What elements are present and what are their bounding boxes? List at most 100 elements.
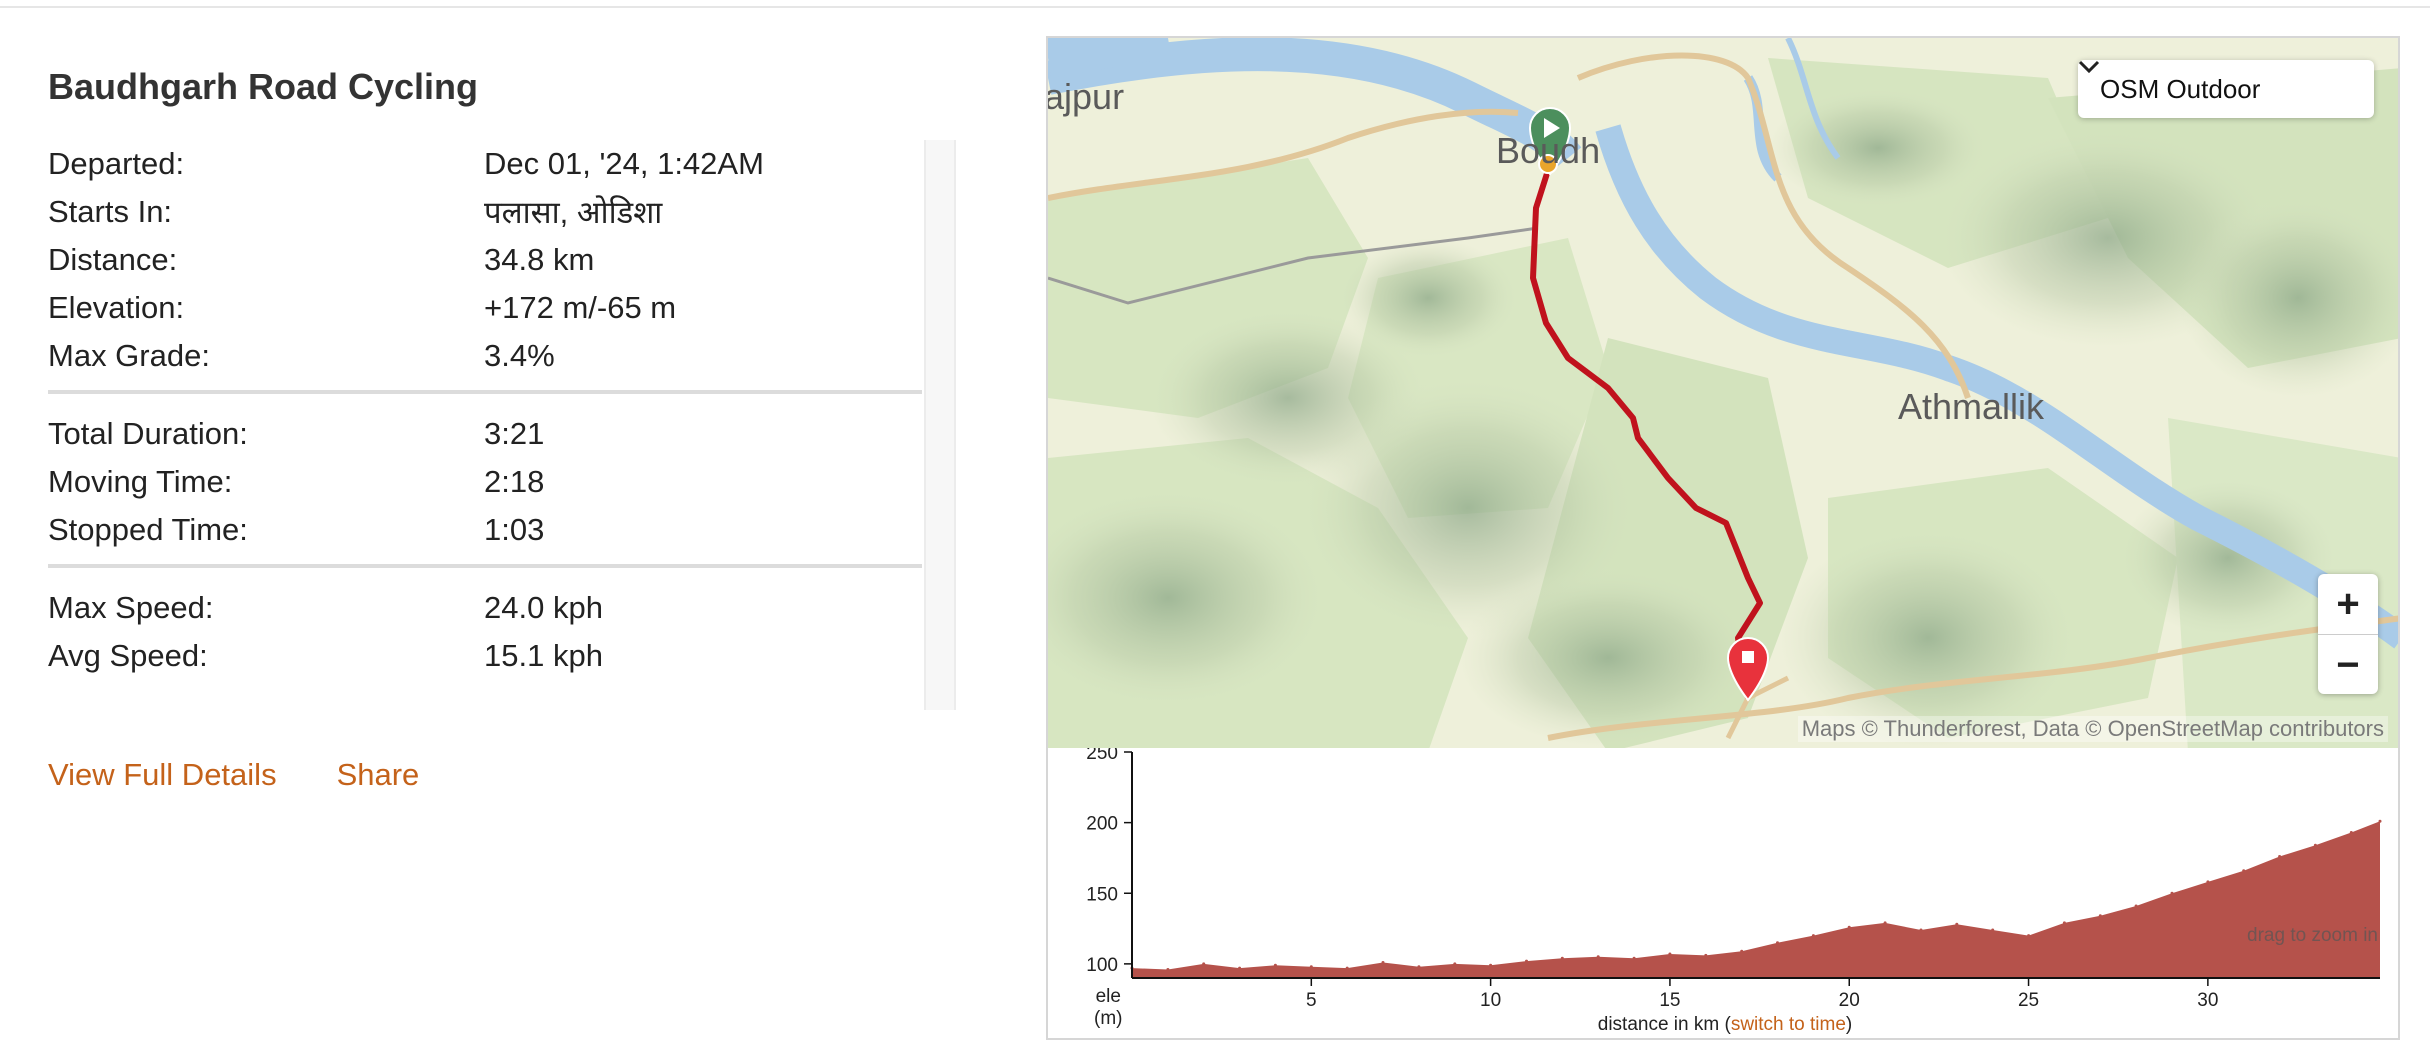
elevation-point [1704,953,1708,957]
x-tick-label: 5 [1306,990,1317,1011]
elevation-point [1489,963,1493,967]
stat-value: 24.0 kph [484,590,603,625]
elevation-chart[interactable]: 100 150 200 250 5 10 15 20 25 30 drag to zoom in … [1046,748,2400,1040]
elevation-point [1166,968,1170,971]
elevation-point [2242,869,2246,873]
elevation-point [2313,843,2317,847]
stat-max-speed: Max Speed: 24.0 kph [48,584,922,632]
stat-value: Dec 01, '24, 1:42AM [484,146,764,181]
stat-label: Elevation: [48,290,185,325]
x-axis-label: distance in km (switch to time) [1048,1014,2402,1036]
stat-value: 1:03 [484,512,545,547]
x-axis-label-text: distance in km ( [1597,1014,1731,1035]
route-map[interactable]: ajpur Boudh Athmallik OSM Outdoor + − Ma… [1046,36,2400,750]
elevation-point [2098,914,2102,918]
stat-value: 3:21 [484,416,545,451]
stat-label: Total Duration: [48,416,248,451]
y-tick-label: 150 [1086,884,1118,905]
place-label-boudh: Boudh [1496,130,1601,171]
elevation-point [1740,949,1744,953]
summary-actions: View Full Details Share [48,757,419,793]
elevation-point [1596,955,1600,959]
elevation-point [1991,928,1995,932]
view-full-details-link[interactable]: View Full Details [48,757,277,793]
elevation-point [1560,956,1564,960]
elevation-area [1132,821,2380,978]
switch-to-time-link[interactable]: switch to time [1731,1014,1846,1035]
elevation-point [1668,952,1672,956]
activity-summary: Baudhgarh Road Cycling Departed: Dec 01, … [48,62,956,792]
stat-value: 2:18 [484,464,545,499]
elevation-point [2349,831,2353,834]
elevation-point [2278,855,2282,858]
map-attribution: Maps © Thunderforest, Data © OpenStreetM… [1797,716,2388,742]
elevation-point [1776,941,1779,945]
y-tick-label: 250 [1086,748,1118,764]
elevation-point [1955,922,1959,926]
stat-label: Max Grade: [48,338,210,373]
map-layer-select[interactable]: OSM Outdoor [2078,60,2374,118]
elevation-point [1811,934,1815,938]
stat-label: Starts In: [48,194,173,229]
stat-value: 3.4% [484,338,555,373]
elevation-point [1238,966,1242,970]
place-label-ajpur: ajpur [1046,76,1125,117]
y-tick-label: 200 [1086,814,1118,835]
stat-total-duration: Total Duration: 3:21 [48,410,922,458]
stat-value: 15.1 kph [484,638,603,673]
stat-moving-time: Moving Time: 2:18 [48,458,922,506]
stat-stopped-time: Stopped Time: 1:03 [48,506,922,554]
stat-label: Distance: [48,242,178,277]
stats-divider [48,390,922,394]
stat-label: Stopped Time: [48,512,248,547]
elevation-point [1847,925,1851,929]
top-divider [0,6,2430,8]
map-tiles[interactable] [1048,38,2400,750]
elevation-point [2378,819,2382,823]
elevation-point [1345,966,1349,970]
zoom-in-button[interactable]: + [2318,574,2378,635]
stat-label: Departed: [48,146,185,181]
elevation-point [2206,880,2210,884]
elevation-point [1273,963,1277,967]
x-tick-label: 20 [1839,990,1860,1011]
share-link[interactable]: Share [337,757,420,793]
x-axis-label-close: ) [1845,1014,1853,1035]
map-layer-label: OSM Outdoor [2100,73,2261,104]
elevation-point [1632,956,1636,960]
elevation-point [1417,965,1421,969]
stat-departed: Departed: Dec 01, '24, 1:42AM [48,140,922,188]
stat-value: पलासा, ओडिशा [484,195,663,230]
stats-scroll-area: Departed: Dec 01, '24, 1:42AM Starts In: प… [48,140,956,710]
stat-label: Moving Time: [48,464,233,499]
elevation-plot[interactable]: 100 150 200 250 5 10 15 20 25 30 drag to zoom in [1048,748,2402,1040]
stat-starts-in: Starts In: पलासा, ओडिशा [48,188,922,236]
stat-elevation: Elevation: +172 m/-65 m [48,284,922,332]
x-tick-label: 15 [1659,990,1680,1011]
drag-zoom-hint: drag to zoom in [2247,925,2378,946]
elevation-point [1309,965,1313,969]
activity-title: Baudhgarh Road Cycling [48,66,479,107]
x-tick-label: 30 [2197,990,2218,1011]
elevation-point [1381,961,1385,964]
y-axis-label-line1: ele [1095,986,1121,1007]
zoom-out-button[interactable]: − [2318,635,2378,695]
place-label-athmallik: Athmallik [1898,386,2045,427]
x-tick-label: 10 [1480,990,1501,1011]
stat-value: 34.8 km [484,242,595,277]
elevation-point [1525,959,1528,963]
elevation-point [1202,962,1206,966]
stats-scrollbar[interactable] [924,140,956,710]
elevation-point [2062,921,2066,925]
elevation-point [1883,921,1887,925]
stat-label: Max Speed: [48,590,214,625]
elevation-point [2027,934,2031,938]
elevation-point [2170,891,2174,895]
stats-list: Departed: Dec 01, '24, 1:42AM Starts In: प… [48,140,922,680]
stats-divider [48,564,922,568]
elevation-point [1453,962,1457,966]
x-tick-label: 25 [2018,990,2039,1011]
stat-max-grade: Max Grade: 3.4% [48,332,922,380]
elevation-point [1919,928,1923,932]
stat-avg-speed: Avg Speed: 15.1 kph [48,632,922,680]
